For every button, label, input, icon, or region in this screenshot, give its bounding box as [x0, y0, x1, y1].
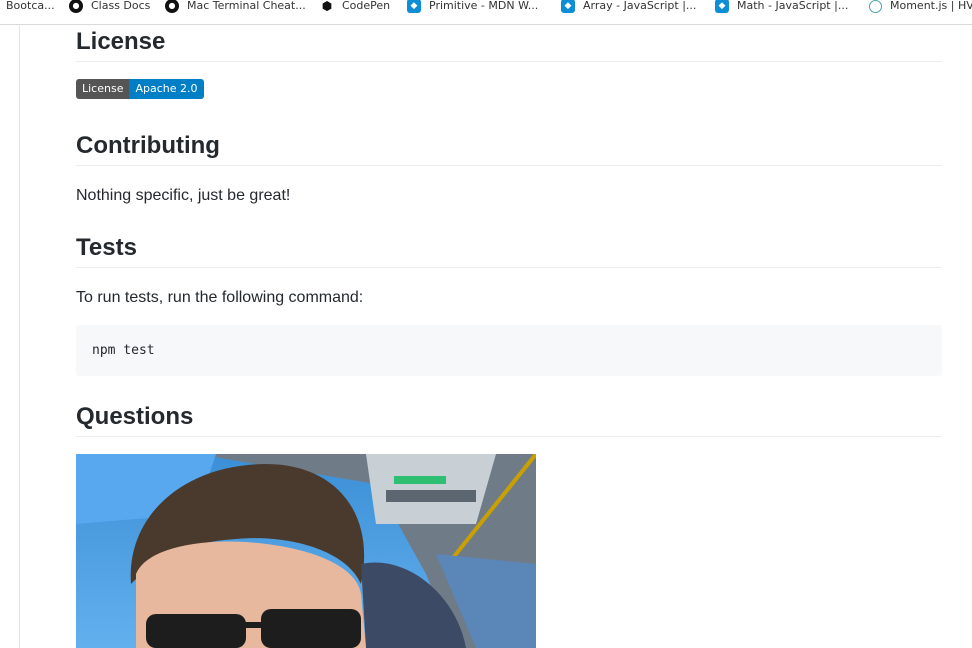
bookmark-bootcamp[interactable]: Bootca...	[6, 0, 55, 12]
bookmark-label: Mac Terminal Cheat...	[187, 0, 306, 12]
bookmark-label: Moment.js | HV	[890, 0, 972, 12]
bookmark-label: Bootca...	[6, 0, 55, 12]
bookmark-class-docs[interactable]: ● Class Docs	[69, 0, 151, 13]
bookmarks-bar: Bootca... ● Class Docs ● Mac Terminal Ch…	[0, 0, 972, 25]
contributing-text: Nothing specific, just be great!	[76, 187, 291, 204]
bookmark-moment[interactable]: Moment.js | HV	[869, 0, 972, 13]
bookmark-array-mdn[interactable]: ◆ Array - JavaScript |...	[561, 0, 697, 13]
bookmark-codepen[interactable]: ⬢ CodePen	[320, 0, 391, 13]
badge-label: License	[76, 79, 130, 99]
profile-photo	[76, 454, 536, 648]
mdn-icon: ◆	[561, 0, 575, 13]
badge-value: Apache 2.0	[129, 79, 204, 99]
code-block: npm test	[76, 325, 942, 376]
github-icon: ●	[165, 0, 179, 13]
mdn-icon: ◆	[407, 0, 421, 13]
mdn-icon: ◆	[715, 0, 729, 13]
bookmark-label: Primitive - MDN W...	[429, 0, 539, 12]
bookmark-mac-terminal[interactable]: ● Mac Terminal Cheat...	[165, 0, 306, 13]
bookmark-label: Class Docs	[91, 0, 151, 12]
bookmark-label: Array - JavaScript |...	[583, 0, 697, 12]
bookmark-math-mdn[interactable]: ◆ Math - JavaScript |...	[715, 0, 849, 13]
license-badge[interactable]: License Apache 2.0	[76, 79, 204, 99]
bookmark-label: CodePen	[342, 0, 391, 12]
github-icon: ●	[69, 0, 83, 13]
codepen-icon: ⬢	[321, 0, 333, 13]
license-heading: License	[76, 27, 942, 62]
tests-text: To run tests, run the following command:	[76, 289, 364, 306]
clock-icon	[869, 0, 882, 13]
bookmark-label: Math - JavaScript |...	[737, 0, 849, 12]
profile-photo-graphic	[76, 454, 536, 648]
code-command: npm test	[92, 343, 155, 358]
questions-heading: Questions	[76, 402, 942, 437]
tests-heading: Tests	[76, 233, 942, 268]
contributing-heading: Contributing	[76, 131, 942, 166]
bookmark-primitive-mdn[interactable]: ◆ Primitive - MDN W...	[407, 0, 539, 13]
left-border	[19, 24, 20, 648]
